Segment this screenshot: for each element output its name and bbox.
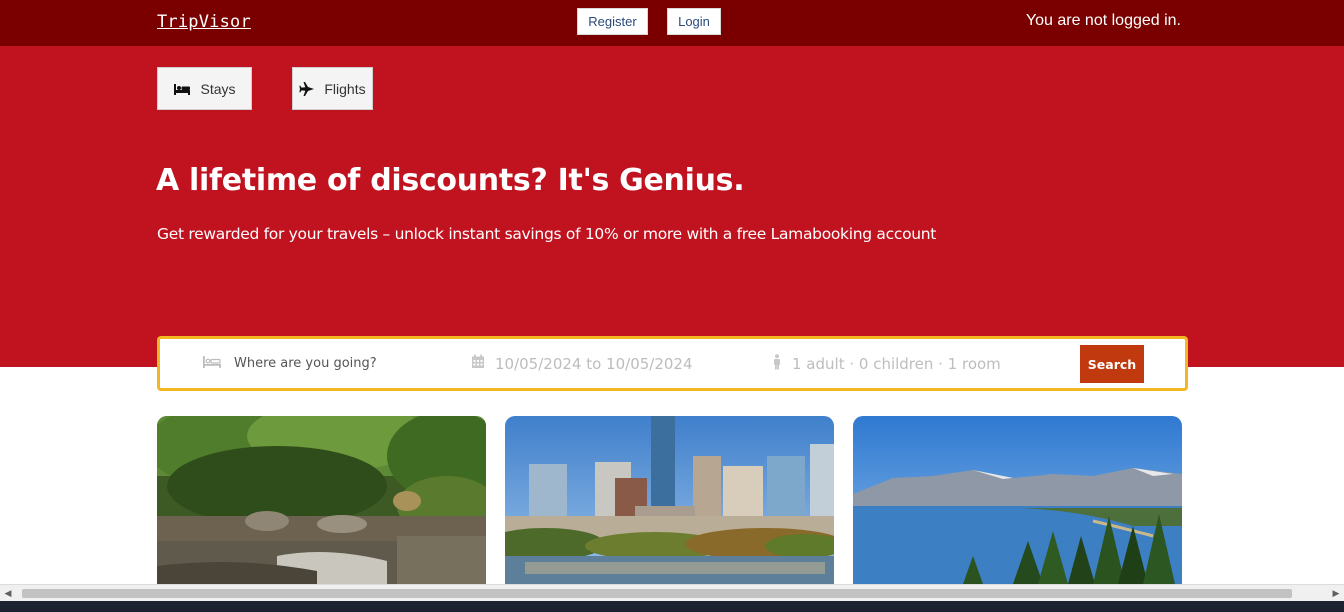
destination-input[interactable]	[232, 355, 442, 372]
scroll-left-icon[interactable]: ◀	[1, 587, 15, 600]
scroll-right-icon[interactable]: ▶	[1329, 587, 1343, 600]
date-range-text: 10/05/2024 to 10/05/2024	[495, 354, 693, 373]
scrollbar-thumb[interactable]	[22, 589, 1292, 598]
top-navbar: TripVisor Register Login You are not log…	[0, 0, 1344, 46]
forest-creek-image	[157, 416, 486, 584]
os-taskbar	[0, 601, 1344, 612]
site-logo[interactable]: TripVisor	[157, 12, 251, 32]
login-status-text: You are not logged in.	[1025, 12, 1181, 29]
hero-title: A lifetime of discounts? It's Genius.	[156, 163, 745, 198]
horizontal-scrollbar[interactable]: ◀ ▶	[0, 584, 1344, 601]
city-skyline-image	[505, 416, 834, 584]
bed-icon	[202, 354, 222, 373]
search-button[interactable]: Search	[1080, 345, 1144, 383]
register-button[interactable]: Register	[577, 8, 648, 35]
login-button[interactable]: Login	[667, 8, 721, 35]
mountain-lake-image	[853, 416, 1182, 584]
bed-icon	[173, 82, 191, 96]
guests-field[interactable]: 1 adult · 0 children · 1 room	[772, 339, 1072, 388]
tab-flights-label: Flights	[324, 80, 366, 97]
search-bar: 10/05/2024 to 10/05/2024 1 adult · 0 chi…	[157, 336, 1188, 391]
person-icon	[772, 353, 782, 374]
hero-subtitle: Get rewarded for your travels – unlock i…	[157, 225, 937, 243]
tab-stays-label: Stays	[200, 80, 236, 97]
destination-card-lake[interactable]	[853, 416, 1182, 584]
destination-card-forest[interactable]	[157, 416, 486, 584]
calendar-icon	[471, 354, 485, 373]
tab-stays[interactable]: Stays	[157, 67, 252, 110]
date-range-field[interactable]: 10/05/2024 to 10/05/2024	[471, 339, 731, 388]
guests-text: 1 adult · 0 children · 1 room	[792, 354, 1001, 373]
destination-card-city[interactable]	[505, 416, 834, 584]
plane-icon	[299, 81, 315, 97]
hero-banner: Stays Flights A lifetime of discounts? I…	[0, 46, 1344, 367]
destination-field[interactable]	[202, 339, 452, 388]
tab-flights[interactable]: Flights	[292, 67, 373, 110]
